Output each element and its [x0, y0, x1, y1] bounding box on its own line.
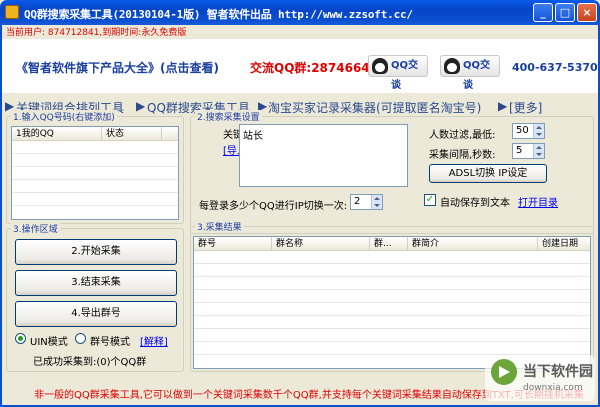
results-group: 3.采集结果 群号 群名称 群... 群简介 创建日期 — [190, 220, 594, 372]
list-item — [12, 193, 178, 206]
table-row — [194, 329, 590, 342]
qq-chat-button-2[interactable]: QQ交谈 — [440, 55, 500, 91]
tab-more[interactable]: [更多] — [509, 99, 542, 116]
start-collect-button[interactable]: 2.开始采集 — [15, 239, 177, 265]
column-group-name[interactable]: 群名称 — [272, 237, 370, 250]
interval-value: 5 — [516, 145, 523, 156]
min-members-value: 50 — [516, 125, 529, 136]
qq-input-group: 1.输入QQ号码(右键添加) 1我的QQ 状态 — [6, 110, 184, 224]
maximize-button[interactable]: □ — [555, 3, 575, 22]
table-row — [194, 316, 590, 329]
open-directory-link[interactable]: 打开目录 — [518, 194, 558, 209]
watermark-brand: 当下软件园 — [523, 364, 593, 380]
keyword-textarea[interactable]: 站长 — [239, 124, 408, 187]
ip-switch-label: 每登录多少个QQ进行IP切换一次: — [199, 201, 348, 212]
watermark-site: downxia.com — [523, 383, 583, 393]
uin-mode-label: UIN模式 — [30, 337, 68, 348]
column-group-intro[interactable]: 群简介 — [408, 237, 538, 250]
min-members-spinner[interactable]: 50 — [512, 123, 545, 139]
qq-chat-label: QQ交谈 — [463, 60, 491, 91]
minimize-button[interactable]: _ — [533, 3, 553, 22]
list-item — [12, 180, 178, 193]
results-list-header: 群号 群名称 群... 群简介 创建日期 — [194, 237, 590, 251]
qq-group-text: 交流QQ群:287466415 — [250, 61, 387, 75]
filter-label: 人数过滤,最低: — [429, 130, 496, 141]
autosave-label: 自动保存到文本 — [440, 198, 510, 209]
qq-chat-label: QQ交谈 — [391, 60, 419, 91]
title-bar: QQ群搜索采集工具(20130104-1版) 智者软件出品 http://www… — [0, 0, 600, 25]
tab-taobao-tool[interactable]: 淘宝买家记录采集器(可提取匿名淘宝号) — [268, 99, 481, 116]
ip-switch-spinner[interactable]: 2 — [350, 194, 383, 210]
search-settings-group: 2.搜索采集设置 关键词: [导入] 站长 人数过滤,最低: 50 采集间隔,秒… — [190, 110, 594, 234]
collected-count: 已成功采集到:(0)个QQ群 — [33, 357, 147, 368]
ip-switch-value: 2 — [354, 196, 361, 207]
qq-input-label: 1.输入QQ号码(右键添加) — [11, 110, 117, 123]
column-group-members[interactable]: 群... — [370, 237, 408, 250]
interval-label: 采集间隔,秒数: — [429, 150, 496, 161]
watermark: 当下软件园 downxia.com — [485, 355, 595, 401]
operations-label: 3.操作区域 — [11, 222, 60, 235]
play-logo-icon — [491, 359, 517, 385]
column-my-qq[interactable]: 1我的QQ — [12, 127, 102, 140]
column-create-date[interactable]: 创建日期 — [538, 237, 590, 250]
list-item — [12, 154, 178, 167]
table-row — [194, 342, 590, 355]
export-groups-button[interactable]: 4.导出群号 — [15, 301, 177, 327]
products-link[interactable]: 《智者软件旗下产品大全》(点击查看) — [16, 59, 219, 76]
spinner-arrows-icon[interactable] — [371, 195, 382, 209]
window-title: QQ群搜索采集工具(20130104-1版) 智者软件出品 http://www… — [24, 8, 413, 21]
results-label: 3.采集结果 — [195, 220, 244, 233]
qq-penguin-icon — [372, 58, 388, 74]
table-row — [194, 251, 590, 264]
operations-group: 3.操作区域 2.开始采集 3.结束采集 4.导出群号 UIN模式 群号模式 [… — [6, 222, 184, 372]
uin-mode-radio[interactable] — [15, 333, 26, 344]
group-mode-label: 群号模式 — [90, 337, 130, 348]
interval-spinner[interactable]: 5 — [512, 143, 545, 159]
qq-penguin-icon — [444, 58, 460, 74]
list-item — [12, 167, 178, 180]
spinner-arrows-icon[interactable] — [533, 124, 544, 138]
close-button[interactable]: × — [577, 3, 597, 22]
table-row — [194, 277, 590, 290]
qq-chat-button-1[interactable]: QQ交谈 — [368, 55, 428, 91]
column-group-id[interactable]: 群号 — [194, 237, 272, 250]
phone-number: 400-637-5370 — [512, 61, 598, 74]
table-row — [194, 303, 590, 316]
qq-list-header: 1我的QQ 状态 — [12, 127, 178, 141]
results-list[interactable]: 群号 群名称 群... 群简介 创建日期 — [193, 236, 591, 369]
arrow-icon: ▶ — [136, 99, 146, 113]
app-icon — [5, 5, 19, 19]
main-window: 当前用户: 874712841,到期时间:永久免费版 《智者软件旗下产品大全》(… — [0, 25, 600, 407]
ad-banner: 《智者软件旗下产品大全》(点击查看) 交流QQ群:287466415 QQ交谈 … — [2, 39, 598, 93]
search-settings-label: 2.搜索采集设置 — [195, 110, 262, 123]
autosave-checkbox[interactable]: ✓ — [424, 194, 436, 206]
column-status[interactable]: 状态 — [102, 127, 162, 140]
current-user-info: 当前用户: 874712841,到期时间:永久免费版 — [6, 28, 187, 38]
adsl-ip-settings-button[interactable]: ADSL切换 IP设定 — [429, 164, 547, 183]
stop-collect-button[interactable]: 3.结束采集 — [15, 270, 177, 296]
list-item — [12, 141, 178, 154]
group-mode-radio[interactable] — [75, 333, 86, 344]
spinner-arrows-icon[interactable] — [533, 144, 544, 158]
explain-link[interactable]: [解释] — [140, 333, 168, 348]
qq-list[interactable]: 1我的QQ 状态 — [11, 126, 179, 220]
table-row — [194, 290, 590, 303]
table-row — [194, 264, 590, 277]
arrow-icon: ▶ — [498, 99, 508, 113]
